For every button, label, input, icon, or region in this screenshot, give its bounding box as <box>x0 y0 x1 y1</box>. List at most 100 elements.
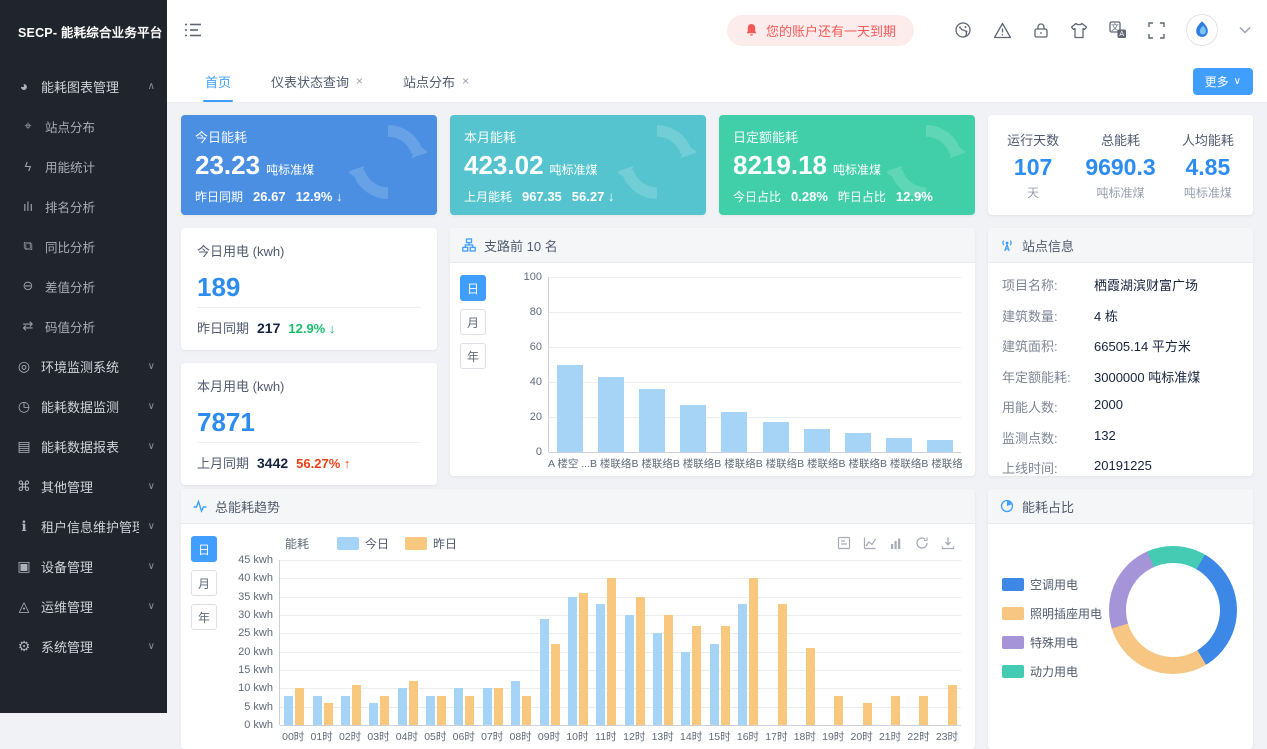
period-toggle-日[interactable]: 日 <box>191 536 217 562</box>
sidebar-item-系统管理[interactable]: ⚙系统管理∨ <box>0 626 167 666</box>
sidebar-subitem-用能统计[interactable]: ϟ用能统计 <box>0 146 167 186</box>
trend-bar-昨日[interactable] <box>494 688 503 725</box>
branch-bar[interactable] <box>721 412 747 452</box>
trend-bar-昨日[interactable] <box>692 626 701 725</box>
account-expiry-alert[interactable]: 您的账户还有一天到期 <box>727 15 914 46</box>
trend-bar-今日[interactable] <box>625 615 634 725</box>
branch-bar[interactable] <box>639 389 665 452</box>
trend-bar-昨日[interactable] <box>295 688 304 725</box>
trend-bar-昨日[interactable] <box>437 696 446 725</box>
trend-bar-今日[interactable] <box>426 696 435 725</box>
sidebar-item-能耗数据监测[interactable]: ◷能耗数据监测∨ <box>0 386 167 426</box>
pie-legend-item-动力用电[interactable]: 动力用电 <box>1002 663 1102 680</box>
branch-bar[interactable] <box>804 429 830 452</box>
trend-bar-昨日[interactable] <box>324 703 333 725</box>
trend-bar-昨日[interactable] <box>891 696 900 725</box>
trend-bar-今日[interactable] <box>313 696 322 725</box>
tab-仪表状态查询[interactable]: 仪表状态查询× <box>251 60 383 102</box>
refresh-icon[interactable] <box>915 536 929 550</box>
sidebar-item-能耗数据报表[interactable]: ▤能耗数据报表∨ <box>0 426 167 466</box>
trend-bar-昨日[interactable] <box>579 593 588 725</box>
trend-bar-昨日[interactable] <box>806 648 815 725</box>
trend-bar-今日[interactable] <box>653 633 662 725</box>
tab-首页[interactable]: 首页 <box>185 60 251 102</box>
trend-bar-今日[interactable] <box>681 652 690 725</box>
branch-bar[interactable] <box>927 440 953 452</box>
trend-bar-今日[interactable] <box>540 619 549 725</box>
tab-站点分布[interactable]: 站点分布× <box>383 60 489 102</box>
sidebar-subitem-差值分析[interactable]: ⊖差值分析 <box>0 266 167 306</box>
period-toggle-年[interactable]: 年 <box>460 343 486 369</box>
branch-bar[interactable] <box>598 377 624 452</box>
sidebar-subitem-同比分析[interactable]: ⧉同比分析 <box>0 226 167 266</box>
more-button[interactable]: 更多 ∨ <box>1193 68 1253 95</box>
sidebar-item-环境监测系统[interactable]: ◎环境监测系统∨ <box>0 346 167 386</box>
trend-bar-昨日[interactable] <box>636 597 645 725</box>
period-toggle-月[interactable]: 月 <box>460 309 486 335</box>
period-toggle-月[interactable]: 月 <box>191 570 217 596</box>
trend-bar-今日[interactable] <box>398 688 407 725</box>
pie-legend-item-特殊用电[interactable]: 特殊用电 <box>1002 634 1102 651</box>
trend-bar-昨日[interactable] <box>749 578 758 725</box>
branch-bar[interactable] <box>845 433 871 452</box>
sidebar-item-其他管理[interactable]: ⌘其他管理∨ <box>0 466 167 506</box>
trend-bar-今日[interactable] <box>483 688 492 725</box>
trend-bar-今日[interactable] <box>369 703 378 725</box>
data-view-icon[interactable] <box>837 536 851 550</box>
period-toggle-年[interactable]: 年 <box>191 604 217 630</box>
sidebar-subitem-站点分布[interactable]: ⌖站点分布 <box>0 106 167 146</box>
sidebar-collapse-icon[interactable] <box>185 23 203 37</box>
trend-bar-昨日[interactable] <box>948 685 957 725</box>
pie-legend-item-空调用电[interactable]: 空调用电 <box>1002 576 1102 593</box>
avatar[interactable] <box>1186 14 1218 46</box>
trend-bar-昨日[interactable] <box>409 681 418 725</box>
trend-bar-今日[interactable] <box>341 696 350 725</box>
kpi-card-本月能耗[interactable]: 本月能耗423.02吨标准煤上月能耗967.3556.27 ↓ <box>450 115 706 215</box>
sidebar-item-能耗图表管理[interactable]: ◕能耗图表管理∧ <box>0 66 167 106</box>
tab-close-icon[interactable]: × <box>356 74 363 88</box>
legend-item-昨日[interactable]: 昨日 <box>405 535 457 552</box>
sidebar-item-设备管理[interactable]: ▣设备管理∨ <box>0 546 167 586</box>
warning-icon[interactable] <box>993 22 1012 39</box>
trend-bar-昨日[interactable] <box>834 696 843 725</box>
trend-bar-昨日[interactable] <box>721 626 730 725</box>
trend-bar-今日[interactable] <box>454 688 463 725</box>
trend-bar-昨日[interactable] <box>664 615 673 725</box>
trend-bar-昨日[interactable] <box>380 696 389 725</box>
sidebar-item-租户信息维护管理[interactable]: ℹ租户信息维护管理∨ <box>0 506 167 546</box>
trend-bar-昨日[interactable] <box>607 578 616 725</box>
theme-skin-icon[interactable] <box>1070 22 1088 39</box>
branch-bar[interactable] <box>680 405 706 452</box>
language-icon[interactable]: 文A <box>1109 21 1127 39</box>
fullscreen-icon[interactable] <box>1148 22 1165 39</box>
bar-chart-icon[interactable] <box>889 536 903 550</box>
trend-bar-昨日[interactable] <box>465 696 474 725</box>
tab-close-icon[interactable]: × <box>462 74 469 88</box>
period-toggle-日[interactable]: 日 <box>460 275 486 301</box>
sidebar-item-运维管理[interactable]: ◬运维管理∨ <box>0 586 167 626</box>
trend-bar-昨日[interactable] <box>778 604 787 725</box>
trend-bar-今日[interactable] <box>738 604 747 725</box>
kpi-card-日定额能耗[interactable]: 日定额能耗8219.18吨标准煤今日占比0.28%昨日占比12.9% <box>719 115 975 215</box>
kpi-card-今日能耗[interactable]: 今日能耗23.23吨标准煤昨日同期26.6712.9% ↓ <box>181 115 437 215</box>
trend-bar-今日[interactable] <box>568 597 577 725</box>
branch-bar[interactable] <box>557 365 583 453</box>
theme-palette-icon[interactable] <box>954 21 972 39</box>
branch-bar[interactable] <box>763 422 789 452</box>
trend-bar-昨日[interactable] <box>352 685 361 725</box>
trend-bar-昨日[interactable] <box>522 696 531 725</box>
download-icon[interactable] <box>941 536 955 550</box>
branch-bar[interactable] <box>886 438 912 452</box>
lock-icon[interactable] <box>1033 22 1049 39</box>
sidebar-subitem-排名分析[interactable]: ılı排名分析 <box>0 186 167 226</box>
legend-item-今日[interactable]: 今日 <box>337 535 389 552</box>
chevron-down-icon[interactable] <box>1239 26 1251 34</box>
trend-bar-今日[interactable] <box>511 681 520 725</box>
trend-bar-今日[interactable] <box>284 696 293 725</box>
donut-chart[interactable] <box>1109 546 1237 674</box>
trend-bar-昨日[interactable] <box>863 703 872 725</box>
sidebar-subitem-码值分析[interactable]: ⇄码值分析 <box>0 306 167 346</box>
pie-legend-item-照明插座用电[interactable]: 照明插座用电 <box>1002 605 1102 622</box>
line-chart-icon[interactable] <box>863 536 877 550</box>
trend-bar-今日[interactable] <box>596 604 605 725</box>
